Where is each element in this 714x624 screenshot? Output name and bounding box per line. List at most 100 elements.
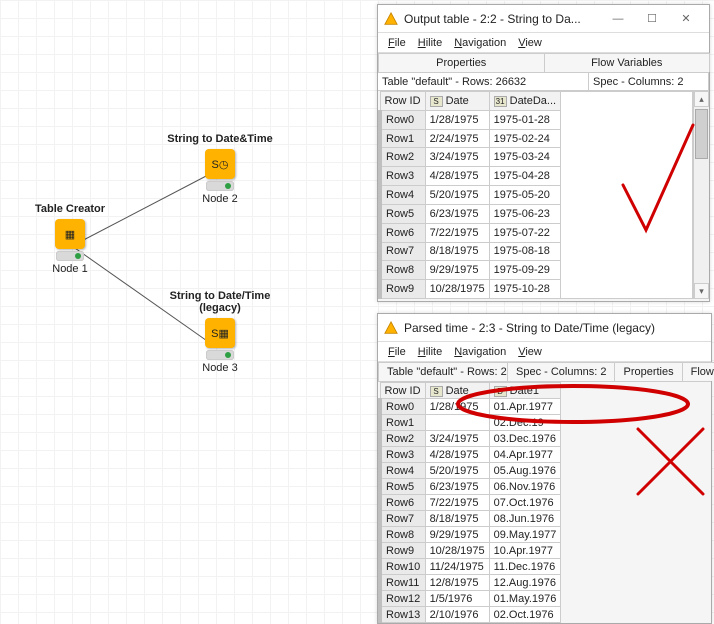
row-id-cell[interactable]: Row2 bbox=[380, 148, 425, 167]
table-row[interactable]: Row89/29/197509.May.1977 bbox=[380, 527, 561, 543]
menu-view[interactable]: View bbox=[514, 35, 546, 51]
data-cell[interactable]: 11/24/1975 bbox=[425, 559, 489, 575]
table-row[interactable]: Row67/22/197507.Oct.1976 bbox=[380, 495, 561, 511]
tab-properties[interactable]: Properties bbox=[378, 53, 545, 72]
table-row[interactable]: Row121/5/197601.May.1976 bbox=[380, 591, 561, 607]
table-row[interactable]: Row01/28/19751975-01-28 bbox=[380, 110, 561, 129]
data-cell[interactable]: 7/22/1975 bbox=[425, 223, 489, 242]
data-cell[interactable]: 04.Apr.1977 bbox=[489, 447, 561, 463]
row-id-cell[interactable]: Row3 bbox=[380, 447, 425, 463]
data-cell[interactable]: 1975-09-29 bbox=[489, 261, 560, 280]
minimize-button[interactable]: — bbox=[601, 8, 635, 30]
data-table[interactable]: Row IDSDateDDate1Row01/28/197501.Apr.197… bbox=[378, 382, 561, 623]
table-row[interactable]: Row910/28/197510.Apr.1977 bbox=[380, 543, 561, 559]
data-cell[interactable]: 02.Oct.1976 bbox=[489, 607, 561, 623]
row-id-cell[interactable]: Row1 bbox=[380, 415, 425, 431]
table-row[interactable]: Row56/23/19751975-06-23 bbox=[380, 204, 561, 223]
tab-flow-variables[interactable]: Flow Variables bbox=[544, 53, 711, 72]
data-cell[interactable]: 10.Apr.1977 bbox=[489, 543, 561, 559]
data-cell[interactable]: 4/28/1975 bbox=[425, 167, 489, 186]
table-row[interactable]: Row132/10/197602.Oct.1976 bbox=[380, 607, 561, 623]
menu-view[interactable]: View bbox=[514, 344, 546, 360]
data-cell[interactable]: 3/24/1975 bbox=[425, 148, 489, 167]
table-row[interactable]: Row45/20/19751975-05-20 bbox=[380, 186, 561, 205]
row-id-cell[interactable]: Row6 bbox=[380, 223, 425, 242]
table-row[interactable]: Row89/29/19751975-09-29 bbox=[380, 261, 561, 280]
scroll-thumb[interactable] bbox=[695, 109, 708, 159]
close-button[interactable]: ✕ bbox=[669, 8, 703, 30]
row-id-cell[interactable]: Row8 bbox=[380, 261, 425, 280]
row-id-cell[interactable]: Row2 bbox=[380, 431, 425, 447]
data-cell[interactable]: 1975-07-22 bbox=[489, 223, 560, 242]
column-header[interactable]: 31DateDa... bbox=[489, 92, 560, 111]
row-id-cell[interactable]: Row7 bbox=[380, 242, 425, 261]
row-id-cell[interactable]: Row9 bbox=[380, 543, 425, 559]
data-cell[interactable]: 7/22/1975 bbox=[425, 495, 489, 511]
row-id-cell[interactable]: Row3 bbox=[380, 167, 425, 186]
row-id-cell[interactable]: Row1 bbox=[380, 129, 425, 148]
data-cell[interactable]: 12/8/1975 bbox=[425, 575, 489, 591]
data-cell[interactable]: 1975-05-20 bbox=[489, 186, 560, 205]
tab-flow-variables[interactable]: Flow Var bbox=[682, 362, 714, 381]
data-cell[interactable]: 8/18/1975 bbox=[425, 242, 489, 261]
row-id-cell[interactable]: Row12 bbox=[380, 591, 425, 607]
data-cell[interactable]: 07.Oct.1976 bbox=[489, 495, 561, 511]
maximize-button[interactable]: ☐ bbox=[635, 8, 669, 30]
column-header[interactable]: SDate bbox=[425, 92, 489, 111]
row-id-cell[interactable]: Row10 bbox=[380, 559, 425, 575]
row-id-cell[interactable]: Row6 bbox=[380, 495, 425, 511]
table-row[interactable]: Row1011/24/197511.Dec.1976 bbox=[380, 559, 561, 575]
data-cell[interactable]: 1975-03-24 bbox=[489, 148, 560, 167]
data-cell[interactable]: 1975-06-23 bbox=[489, 204, 560, 223]
data-cell[interactable] bbox=[425, 415, 489, 431]
row-id-cell[interactable]: Row5 bbox=[380, 204, 425, 223]
tab-properties[interactable]: Properties bbox=[614, 362, 682, 381]
data-cell[interactable]: 12.Aug.1976 bbox=[489, 575, 561, 591]
table-row[interactable]: Row34/28/19751975-04-28 bbox=[380, 167, 561, 186]
node-string-to-datetime-legacy[interactable]: String to Date/Time (legacy) S▦ Node 3 bbox=[150, 290, 290, 374]
data-cell[interactable]: 02.Dec.19 bbox=[489, 415, 561, 431]
table-row[interactable]: Row78/18/19751975-08-18 bbox=[380, 242, 561, 261]
row-id-cell[interactable]: Row4 bbox=[380, 186, 425, 205]
data-cell[interactable]: 1/28/1975 bbox=[425, 110, 489, 129]
data-cell[interactable]: 6/23/1975 bbox=[425, 204, 489, 223]
data-cell[interactable]: 9/29/1975 bbox=[425, 261, 489, 280]
row-id-cell[interactable]: Row0 bbox=[380, 110, 425, 129]
table-row[interactable]: Row23/24/19751975-03-24 bbox=[380, 148, 561, 167]
row-id-cell[interactable]: Row4 bbox=[380, 463, 425, 479]
column-header[interactable]: Row ID bbox=[380, 383, 425, 399]
table-row[interactable]: Row910/28/19751975-10-28 bbox=[380, 280, 561, 299]
data-cell[interactable]: 05.Aug.1976 bbox=[489, 463, 561, 479]
data-cell[interactable]: 1/28/1975 bbox=[425, 399, 489, 415]
table-row[interactable]: Row23/24/197503.Dec.1976 bbox=[380, 431, 561, 447]
data-table[interactable]: Row IDSDate31DateDa...Row01/28/19751975-… bbox=[378, 91, 561, 299]
row-id-cell[interactable]: Row7 bbox=[380, 511, 425, 527]
data-cell[interactable]: 01.May.1976 bbox=[489, 591, 561, 607]
tab-spec-columns[interactable]: Spec - Columns: 2 bbox=[507, 362, 615, 381]
data-cell[interactable]: 06.Nov.1976 bbox=[489, 479, 561, 495]
data-cell[interactable]: 8/18/1975 bbox=[425, 511, 489, 527]
data-cell[interactable]: 1975-04-28 bbox=[489, 167, 560, 186]
data-cell[interactable]: 5/20/1975 bbox=[425, 463, 489, 479]
data-cell[interactable]: 1975-08-18 bbox=[489, 242, 560, 261]
output-table-window[interactable]: Output table - 2:2 - String to Da... — ☐… bbox=[377, 4, 710, 302]
data-cell[interactable]: 09.May.1977 bbox=[489, 527, 561, 543]
data-cell[interactable]: 9/29/1975 bbox=[425, 527, 489, 543]
table-row[interactable]: Row12/24/19751975-02-24 bbox=[380, 129, 561, 148]
row-id-cell[interactable]: Row0 bbox=[380, 399, 425, 415]
parsed-time-window[interactable]: Parsed time - 2:3 - String to Date/Time … bbox=[377, 313, 712, 624]
data-cell[interactable]: 6/23/1975 bbox=[425, 479, 489, 495]
table-row[interactable]: Row01/28/197501.Apr.1977 bbox=[380, 399, 561, 415]
menu-navigation[interactable]: Navigation bbox=[450, 35, 510, 51]
row-id-cell[interactable]: Row8 bbox=[380, 527, 425, 543]
data-cell[interactable]: 2/10/1976 bbox=[425, 607, 489, 623]
column-header[interactable]: Row ID bbox=[380, 92, 425, 111]
row-id-cell[interactable]: Row5 bbox=[380, 479, 425, 495]
menu-file[interactable]: File bbox=[384, 35, 410, 51]
column-header[interactable]: DDate1 bbox=[489, 383, 561, 399]
data-cell[interactable]: 10/28/1975 bbox=[425, 280, 489, 299]
table-row[interactable]: Row1112/8/197512.Aug.1976 bbox=[380, 575, 561, 591]
data-cell[interactable]: 1975-01-28 bbox=[489, 110, 560, 129]
table-row[interactable]: Row78/18/197508.Jun.1976 bbox=[380, 511, 561, 527]
scroll-down-button[interactable]: ▾ bbox=[694, 283, 709, 299]
